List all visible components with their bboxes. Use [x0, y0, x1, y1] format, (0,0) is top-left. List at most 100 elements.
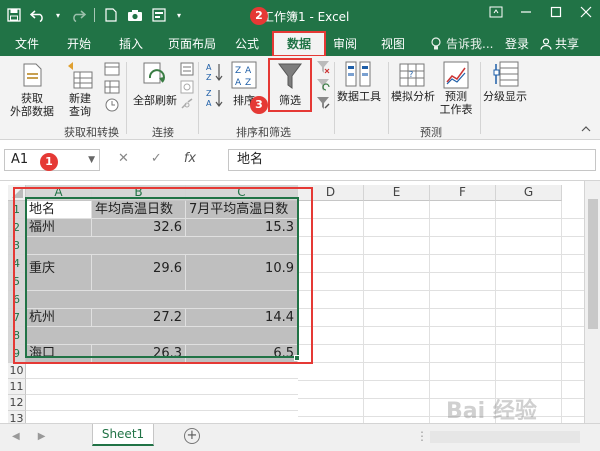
new-query-button[interactable]: 新建 查询	[60, 92, 100, 118]
outline-button[interactable]: 分级显示	[478, 90, 532, 103]
cell-a4[interactable]: 重庆	[26, 255, 92, 291]
sort-descending-icon[interactable]: ZA	[206, 88, 224, 108]
cell-a2[interactable]: 福州	[26, 219, 92, 237]
tell-me-search[interactable]: 告诉我...	[430, 35, 493, 52]
tab-data[interactable]: 数据	[272, 31, 326, 57]
row-header-13[interactable]: 13	[8, 411, 26, 423]
column-header-f[interactable]: F	[430, 185, 496, 201]
tab-review[interactable]: 审阅	[330, 34, 360, 56]
sheet-next-icon[interactable]: ▶	[38, 431, 46, 442]
connections-icon[interactable]	[180, 62, 194, 76]
show-queries-icon[interactable]	[104, 62, 120, 76]
sort-ascending-icon[interactable]: AZ	[206, 62, 224, 82]
vertical-scrollbar[interactable]	[584, 181, 600, 423]
column-header-a[interactable]: A	[26, 185, 92, 201]
column-header-e[interactable]: E	[364, 185, 430, 201]
undo-dropdown-icon[interactable]: ▾	[54, 7, 62, 23]
cell-c4[interactable]: 10.9	[186, 255, 298, 291]
empty-cells-below-table[interactable]	[26, 363, 298, 423]
recent-sources-icon[interactable]	[104, 98, 120, 112]
from-table-icon[interactable]	[104, 80, 120, 94]
maximize-icon[interactable]	[548, 4, 564, 20]
column-header-d[interactable]: D	[298, 185, 364, 201]
row-header-1[interactable]: 1	[8, 201, 26, 219]
cell-c1[interactable]: 7月平均高温日数	[186, 201, 298, 219]
undo-icon[interactable]	[30, 7, 46, 23]
row-header-3[interactable]: 3	[8, 237, 26, 255]
save-icon[interactable]	[6, 7, 22, 23]
cells-row-8[interactable]	[26, 327, 298, 345]
name-box-dropdown-icon[interactable]: ▼	[88, 150, 95, 170]
clear-filter-icon[interactable]	[316, 60, 330, 74]
confirm-icon[interactable]: ✓	[151, 151, 162, 166]
empty-cells[interactable]	[298, 201, 584, 423]
cell-a7[interactable]: 杭州	[26, 309, 92, 327]
select-all-button[interactable]	[8, 185, 26, 201]
cell-c9[interactable]: 6.5	[186, 345, 298, 363]
cancel-icon[interactable]: ✕	[118, 151, 129, 166]
horizontal-scrollbar[interactable]	[430, 431, 580, 443]
data-tools-button[interactable]: 数据工具	[334, 90, 384, 103]
reapply-filter-icon[interactable]	[316, 78, 330, 92]
share-button[interactable]: 共享	[540, 35, 579, 52]
forecast-sheet-button[interactable]: 预测 工作表	[436, 90, 476, 116]
close-icon[interactable]	[578, 4, 594, 20]
cells-row-6[interactable]	[26, 291, 298, 309]
refresh-all-button[interactable]: 全部刷新	[130, 94, 180, 107]
what-if-analysis-button[interactable]: 模拟分析	[388, 90, 438, 103]
properties-icon[interactable]	[180, 80, 194, 94]
edit-links-icon[interactable]	[180, 98, 194, 112]
advanced-filter-icon[interactable]	[316, 96, 330, 110]
cell-b9[interactable]: 26.3	[92, 345, 186, 363]
tab-insert[interactable]: 插入	[114, 34, 148, 56]
cell-a1[interactable]: 地名	[26, 201, 92, 219]
insert-function-icon[interactable]: fx	[184, 151, 196, 166]
tab-file[interactable]: 文件	[10, 34, 44, 56]
tab-formulas[interactable]: 公式	[230, 34, 264, 56]
row-header-11[interactable]: 11	[8, 379, 26, 395]
cell-b4[interactable]: 29.6	[92, 255, 186, 291]
new-file-icon[interactable]	[103, 7, 119, 23]
cell-c7[interactable]: 14.4	[186, 309, 298, 327]
row-header-5[interactable]: 5	[8, 273, 26, 291]
customize-qat-icon[interactable]: ▾	[175, 7, 183, 23]
row-header-7[interactable]: 7	[8, 309, 26, 327]
tab-view[interactable]: 视图	[376, 34, 410, 56]
cell-c2[interactable]: 15.3	[186, 219, 298, 237]
row-header-8[interactable]: 8	[8, 327, 26, 345]
row-header-2[interactable]: 2	[8, 219, 26, 237]
column-header-c[interactable]: C	[186, 185, 298, 201]
get-external-data-button[interactable]: 获取 外部数据	[4, 92, 60, 118]
vertical-scroll-thumb[interactable]	[588, 199, 598, 329]
minimize-icon[interactable]	[518, 4, 534, 20]
column-header-b[interactable]: B	[92, 185, 186, 201]
redo-icon[interactable]	[70, 7, 86, 23]
ribbon-display-options-icon[interactable]	[488, 4, 504, 20]
formula-input[interactable]: 地名	[228, 149, 596, 171]
add-sheet-icon[interactable]: +	[184, 428, 200, 444]
row-header-6[interactable]: 6	[8, 291, 26, 309]
filter-button[interactable]: 筛选	[272, 94, 308, 107]
sheet-tab-sheet1[interactable]: Sheet1	[92, 424, 154, 446]
row-header-10[interactable]: 10	[8, 363, 26, 379]
row-header-4[interactable]: 4	[8, 255, 26, 273]
sheet-prev-icon[interactable]: ◀	[12, 431, 20, 442]
form-icon[interactable]	[151, 7, 167, 23]
column-header-g[interactable]: G	[496, 185, 562, 201]
cell-a9[interactable]: 海口	[26, 345, 92, 363]
select-all-triangle-icon	[12, 187, 23, 198]
row-header-12[interactable]: 12	[8, 395, 26, 411]
tab-page-layout[interactable]: 页面布局	[162, 34, 222, 56]
sign-in-link[interactable]: 登录	[505, 35, 529, 52]
split-handle-icon[interactable]: ⋮	[416, 429, 428, 443]
fill-handle[interactable]	[294, 355, 300, 361]
cell-b1[interactable]: 年均高温日数	[92, 201, 186, 219]
worksheet-grid[interactable]: A B C D E F G 1 2 3 4 5 6 7 8 9 10 11 12…	[0, 181, 600, 423]
cell-b7[interactable]: 27.2	[92, 309, 186, 327]
cells-row-3[interactable]	[26, 237, 298, 255]
cell-b2[interactable]: 32.6	[92, 219, 186, 237]
collapse-ribbon-icon[interactable]	[580, 124, 592, 134]
tab-home[interactable]: 开始	[62, 34, 96, 56]
camera-icon[interactable]	[127, 7, 143, 23]
row-header-9[interactable]: 9	[8, 345, 26, 363]
